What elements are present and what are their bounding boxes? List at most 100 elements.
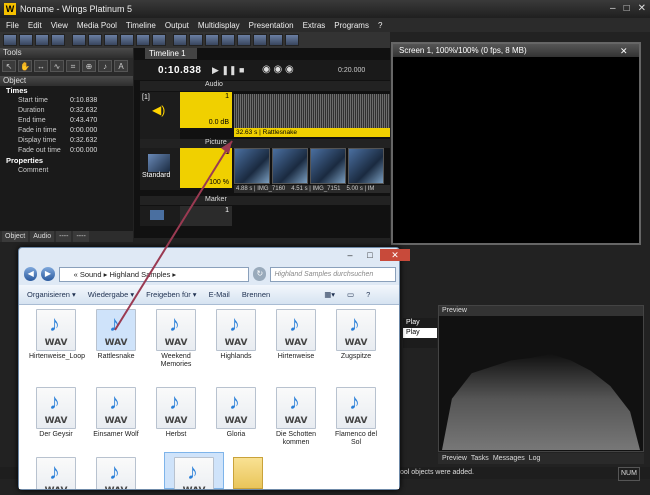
- file-item[interactable]: ♪ WAV Hirtenweise_Loop: [29, 309, 85, 361]
- text-tool-icon[interactable]: A: [114, 60, 128, 72]
- tab-audio[interactable]: Audio: [30, 231, 55, 242]
- organize-button[interactable]: Organisieren ▾: [27, 290, 76, 299]
- cut-icon[interactable]: [104, 34, 118, 46]
- menu-programs[interactable]: Programs: [334, 21, 369, 30]
- crop-tool-icon[interactable]: ⌗: [66, 60, 80, 72]
- play-item-selected[interactable]: Play: [403, 328, 437, 338]
- tab-log[interactable]: Log: [529, 453, 541, 464]
- new-icon[interactable]: [3, 34, 17, 46]
- paste-icon[interactable]: [136, 34, 150, 46]
- breadcrumb-highland-samples[interactable]: Highland Samples: [109, 270, 170, 279]
- screen-close-icon[interactable]: ✕: [620, 46, 628, 57]
- prop-row[interactable]: Start time 0:10.838: [0, 96, 133, 106]
- search-input[interactable]: Highland Samples durchsuchen: [270, 266, 396, 282]
- settings-icon[interactable]: [285, 34, 299, 46]
- menu-file[interactable]: File: [6, 21, 19, 30]
- audio-track-selected[interactable]: 1 0.0 dB: [180, 92, 232, 128]
- grid-icon[interactable]: [221, 34, 235, 46]
- render-icon[interactable]: [269, 34, 283, 46]
- export-icon[interactable]: [88, 34, 102, 46]
- explorer-maximize-button[interactable]: □: [360, 249, 380, 261]
- view-options-icon[interactable]: ▦▾: [324, 290, 335, 299]
- file-item[interactable]: ♪WAV: [89, 457, 143, 489]
- speaker-icon[interactable]: ◉: [285, 64, 294, 75]
- file-item[interactable]: ♪ WAV Gloria: [209, 387, 263, 439]
- picture-clip[interactable]: [234, 148, 270, 184]
- explorer-minimize-button[interactable]: –: [340, 249, 360, 261]
- stop-icon[interactable]: ■: [239, 65, 244, 75]
- speaker-icon[interactable]: ◀): [140, 103, 180, 117]
- hand-tool-icon[interactable]: ✋: [18, 60, 32, 72]
- select-tool-icon[interactable]: ↖: [2, 60, 16, 72]
- delete-icon[interactable]: [152, 34, 166, 46]
- tab-object[interactable]: Object: [2, 231, 29, 242]
- burn-button[interactable]: Brennen: [242, 290, 270, 299]
- menu-multidisplay[interactable]: Multidisplay: [198, 21, 240, 30]
- preview-pane-icon[interactable]: ▭: [347, 290, 354, 299]
- audio-clip-caption[interactable]: 32.63 s | Rattlesnake: [234, 128, 390, 137]
- file-item[interactable]: ♪ WAV Herbst: [149, 387, 203, 439]
- times-section[interactable]: Times: [0, 86, 133, 96]
- picture-track-selected[interactable]: 1 100 %: [180, 148, 232, 188]
- properties-icon[interactable]: [205, 34, 219, 46]
- file-item[interactable]: ♪ WAV Weekend Memories: [149, 309, 203, 369]
- play-icon[interactable]: ▶: [212, 65, 219, 75]
- menu-media-pool[interactable]: Media Pool: [77, 21, 117, 30]
- prop-row[interactable]: Comment: [0, 166, 133, 176]
- file-item[interactable]: ♪ WAV Hirtenweise: [269, 309, 323, 361]
- menu-presentation[interactable]: Presentation: [249, 21, 294, 30]
- curve-tool-icon[interactable]: ∿: [50, 60, 64, 72]
- share-button[interactable]: Freigeben für ▾: [146, 290, 196, 299]
- menu-view[interactable]: View: [51, 21, 68, 30]
- file-item[interactable]: ♪ WAV Der Geysir: [29, 387, 83, 439]
- redo-icon[interactable]: [189, 34, 203, 46]
- forward-button[interactable]: ▶: [41, 267, 55, 281]
- tab-timeline-1[interactable]: Timeline 1: [145, 48, 197, 59]
- play-button[interactable]: Wiedergabe ▾: [88, 290, 134, 299]
- prop-row[interactable]: Fade out time 0:00.000: [0, 146, 133, 156]
- picture-clip[interactable]: [310, 148, 346, 184]
- maximize-button[interactable]: □: [624, 3, 630, 14]
- menu-timeline[interactable]: Timeline: [126, 21, 156, 30]
- open-icon[interactable]: [19, 34, 33, 46]
- tab-empty-1[interactable]: ----: [56, 231, 72, 242]
- file-item[interactable]: ♪ WAV Highlands: [209, 309, 263, 361]
- marker-tool-icon[interactable]: ♪: [98, 60, 112, 72]
- minimize-button[interactable]: –: [610, 3, 616, 14]
- file-item[interactable]: ♪ WAV Rattlesnake: [89, 309, 143, 361]
- save-as-icon[interactable]: [51, 34, 65, 46]
- folder-icon[interactable]: [233, 457, 263, 489]
- tab-preview[interactable]: Preview: [442, 453, 467, 464]
- trim-tool-icon[interactable]: ↔: [34, 60, 48, 72]
- email-button[interactable]: E-Mail: [209, 290, 230, 299]
- save-icon[interactable]: [35, 34, 49, 46]
- file-item[interactable]: ♪WAV: [29, 457, 83, 489]
- record-icon[interactable]: [237, 34, 251, 46]
- undo-icon[interactable]: [173, 34, 187, 46]
- play-item[interactable]: Play: [403, 318, 437, 328]
- screen-icon[interactable]: [253, 34, 267, 46]
- file-item[interactable]: ♪ WAV Zugspitze: [329, 309, 383, 361]
- tab-empty-2[interactable]: ----: [73, 231, 89, 242]
- path-overflow-chevron[interactable]: «: [74, 270, 78, 279]
- back-button[interactable]: ◀: [24, 267, 38, 281]
- properties-section[interactable]: Properties: [0, 156, 133, 166]
- speaker-icon[interactable]: ◉: [274, 64, 283, 75]
- menu-edit[interactable]: Edit: [28, 21, 42, 30]
- marker-icon[interactable]: [150, 210, 164, 220]
- zoom-tool-icon[interactable]: ⊕: [82, 60, 96, 72]
- prop-row[interactable]: Duration 0:32.632: [0, 106, 133, 116]
- speaker-icon[interactable]: ◉: [262, 64, 271, 75]
- prop-row[interactable]: Display time 0:32.632: [0, 136, 133, 146]
- close-button[interactable]: ✕: [638, 3, 646, 14]
- explorer-close-button[interactable]: ✕: [380, 249, 410, 261]
- tab-messages[interactable]: Messages: [493, 453, 525, 464]
- file-item[interactable]: ♪WAV: [167, 457, 221, 489]
- import-icon[interactable]: [72, 34, 86, 46]
- menu-output[interactable]: Output: [165, 21, 189, 30]
- menu-extras[interactable]: Extras: [303, 21, 326, 30]
- prop-row[interactable]: Fade in time 0:00.000: [0, 126, 133, 136]
- help-icon[interactable]: ?: [366, 290, 370, 299]
- file-item[interactable]: ♪ WAV Einsamer Wolf: [89, 387, 143, 439]
- picture-clip[interactable]: [348, 148, 384, 184]
